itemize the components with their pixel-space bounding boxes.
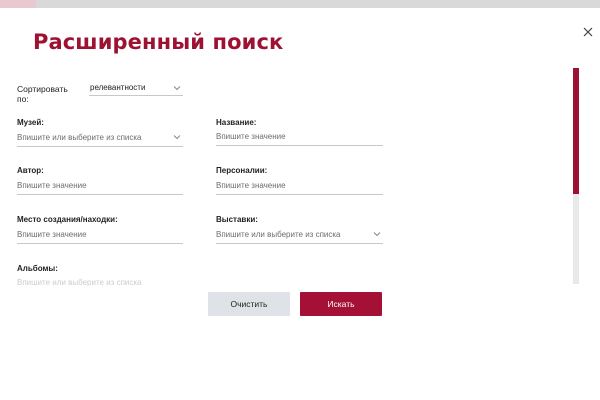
place-placeholder: Впишите значение [17,230,87,239]
sort-label: Сортировать по: [17,84,77,104]
form-scrollbar[interactable] [573,68,579,284]
background-page-strip [0,0,600,8]
name-input[interactable]: Впишите значение [216,128,383,146]
close-icon [583,27,593,37]
name-label: Название: [216,118,257,127]
exhibitions-label: Выставки: [216,215,258,224]
scrollbar-thumb[interactable] [573,68,579,194]
background-page-accent [0,0,36,8]
close-button[interactable] [581,25,595,39]
author-placeholder: Впишите значение [17,181,87,190]
search-button[interactable]: Искать [300,292,382,316]
sort-select[interactable]: релевантности [89,80,183,96]
modal-title: Расширенный поиск [33,30,284,54]
chevron-down-icon [373,232,381,237]
chevron-down-icon [173,86,181,91]
clear-button[interactable]: Очистить [208,292,290,316]
place-label: Место создания/находки: [17,215,118,224]
albums-select[interactable]: Впишите или выберите из списка [17,274,183,286]
search-form: Сортировать по: релевантности Музей: Впи… [0,68,560,286]
exhibitions-placeholder: Впишите или выберите из списка [216,230,341,239]
place-input[interactable]: Впишите значение [17,226,183,244]
albums-placeholder: Впишите или выберите из списка [17,278,142,286]
sort-select-value: релевантности [90,83,146,92]
museum-select[interactable]: Впишите или выберите из списка [17,129,183,147]
sort-label-text: Сортировать по: [17,84,68,104]
exhibitions-select[interactable]: Впишите или выберите из списка [216,226,383,244]
chevron-down-icon [173,135,181,140]
persons-placeholder: Впишите значение [216,181,286,190]
advanced-search-modal: Расширенный поиск Сортировать по: релева… [0,8,600,400]
author-input[interactable]: Впишите значение [17,177,183,195]
museum-placeholder: Впишите или выберите из списка [17,133,142,142]
author-label: Автор: [17,166,44,175]
name-placeholder: Впишите значение [216,132,286,141]
persons-input[interactable]: Впишите значение [216,177,383,195]
persons-label: Персоналии: [216,166,268,175]
museum-label: Музей: [17,118,44,127]
albums-label: Альбомы: [17,264,58,273]
